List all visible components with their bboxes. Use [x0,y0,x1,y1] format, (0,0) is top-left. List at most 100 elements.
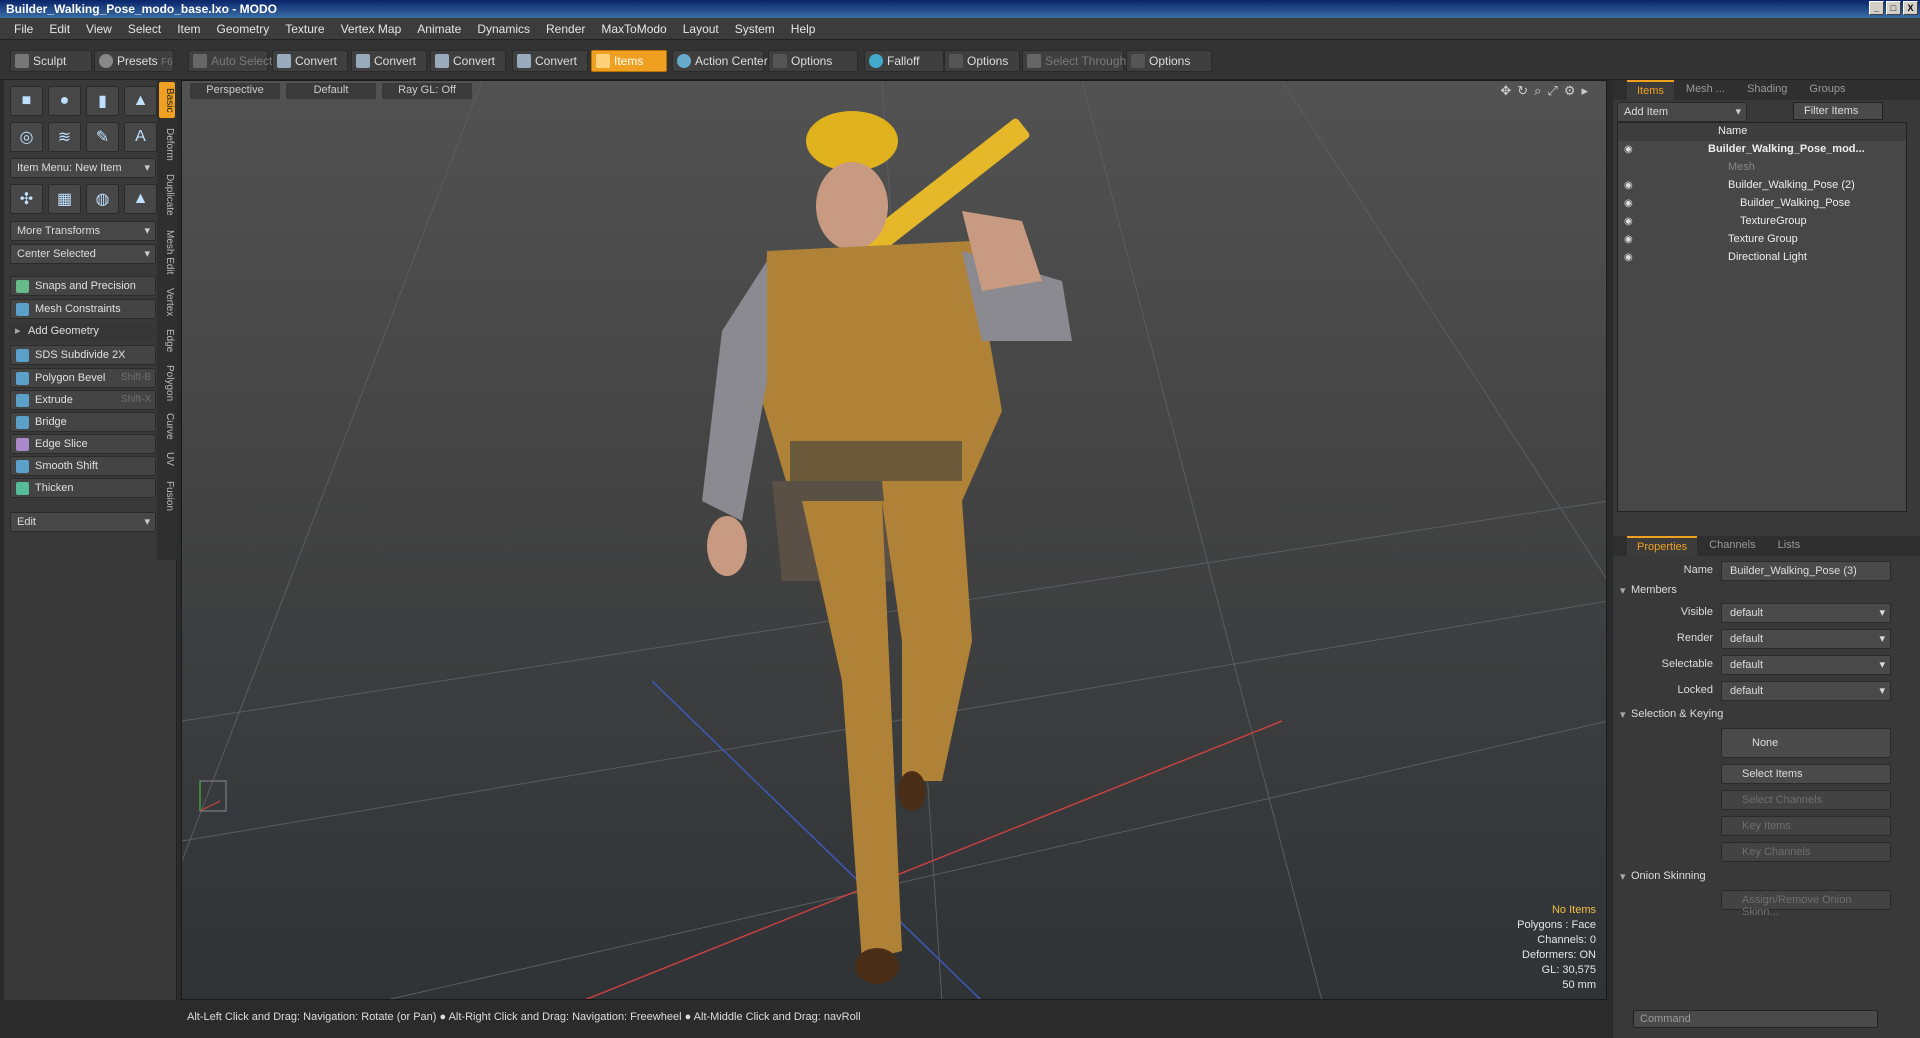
tree-row[interactable]: ◉ Builder_Walking_Pose [1618,195,1906,213]
zoom-view-icon[interactable]: ⌕ [1534,83,1541,99]
menu-select[interactable]: Select [120,22,169,36]
grid-icon[interactable]: ▦ [48,184,81,214]
selection-keying-section[interactable]: Selection & Keying [1617,708,1907,724]
select-items-button[interactable]: Select Items [1721,764,1891,784]
key-items-button[interactable]: Key Items [1721,816,1891,836]
sds-subdivide-button[interactable]: SDS Subdivide 2X [10,345,156,365]
select-channels-button[interactable]: Select Channels [1721,790,1891,810]
eye-icon[interactable]: ◉ [1624,216,1636,228]
smooth-shift-button[interactable]: Smooth Shift [10,456,156,476]
tab-uv[interactable]: UV [159,448,175,470]
falloff-options-button[interactable]: Options [944,50,1020,72]
convert-material-button[interactable]: Convert [512,50,588,72]
tree-row[interactable]: ◉ Builder_Walking_Pose (2) [1618,177,1906,195]
add-item-dropdown[interactable]: Add Item [1617,102,1747,122]
sculpt-button[interactable]: Sculpt [10,50,92,72]
snaps-precision-button[interactable]: Snaps and Precision [10,276,156,296]
tab-mesh[interactable]: Mesh ... [1676,80,1735,100]
tab-fusion[interactable]: Fusion [159,476,175,516]
gear-icon[interactable]: ⚙ [1564,83,1576,99]
tab-mesh-edit[interactable]: Mesh Edit [159,226,175,278]
perspective-grid-icon[interactable]: ▲ [124,184,157,214]
menu-animate[interactable]: Animate [409,22,469,36]
cylinder-icon[interactable]: ▮ [86,86,119,116]
minimize-button[interactable]: _ [1869,1,1884,15]
tree-row[interactable]: ◉ Directional Light [1618,249,1906,267]
action-center-options-button[interactable]: Options [768,50,858,72]
members-section[interactable]: Members [1617,584,1907,600]
menu-layout[interactable]: Layout [675,22,727,36]
extrude-button[interactable]: Extrude Shift-X [10,390,156,410]
filter-items-field[interactable]: Filter Items [1793,102,1883,120]
name-input[interactable]: Builder_Walking_Pose (3) [1721,561,1891,581]
assign-onion-button[interactable]: Assign/Remove Onion Skinn... [1721,890,1891,918]
tree-row[interactable]: Mesh [1618,159,1906,177]
3d-viewport[interactable]: Perspective Default Ray GL: Off ✥ ↻ ⌕ ⤢ … [181,80,1607,1000]
select-through-options-button[interactable]: Options [1126,50,1212,72]
item-menu-dropdown[interactable]: Item Menu: New Item [10,158,156,178]
visible-dropdown[interactable]: default [1721,603,1891,623]
cube-icon[interactable]: ■ [10,86,43,116]
none-button[interactable]: None [1721,728,1891,758]
selectable-dropdown[interactable]: default [1721,655,1891,675]
builder-model[interactable] [702,111,1072,984]
tab-properties[interactable]: Properties [1627,536,1698,556]
menu-maxtomodo[interactable]: MaxToModo [593,22,674,36]
convert-polygon-button[interactable]: Convert [430,50,506,72]
tab-shading[interactable]: Shading [1737,80,1797,100]
more-transforms-dropdown[interactable]: More Transforms [10,221,156,241]
menu-item[interactable]: Item [169,22,208,36]
tab-edge[interactable]: Edge [159,326,175,356]
convert-edge-button[interactable]: Convert [351,50,427,72]
view-type-dropdown[interactable]: Perspective [190,83,280,99]
thicken-button[interactable]: Thicken [10,478,156,498]
tab-deform[interactable]: Deform [159,124,175,164]
tab-lists[interactable]: Lists [1768,536,1811,556]
eye-icon[interactable]: ◉ [1624,234,1636,246]
key-channels-button[interactable]: Key Channels [1721,842,1891,862]
arrow-right-icon[interactable]: ▸ [1581,83,1588,99]
maximize-view-icon[interactable]: ⤢ [1547,83,1557,99]
torus-icon[interactable]: ◎ [10,122,43,152]
edit-dropdown[interactable]: Edit [10,512,156,532]
shading-dropdown[interactable]: Default [286,83,376,99]
center-selected-dropdown[interactable]: Center Selected [10,244,156,264]
eye-icon[interactable]: ◉ [1624,198,1636,210]
close-button[interactable]: X [1903,1,1918,15]
add-geometry-header[interactable]: Add Geometry [10,323,156,341]
tab-items[interactable]: Items [1627,80,1674,100]
cone-icon[interactable]: ▲ [124,86,157,116]
tab-groups[interactable]: Groups [1799,80,1855,100]
menu-help[interactable]: Help [783,22,824,36]
capsule-icon[interactable]: ≋ [48,122,81,152]
eye-icon[interactable]: ◉ [1624,252,1636,264]
eye-icon[interactable]: ◉ [1624,144,1636,156]
pen-icon[interactable]: ✎ [86,122,119,152]
eye-icon[interactable]: ◉ [1624,180,1636,192]
command-input[interactable]: Command [1633,1010,1878,1028]
polygon-bevel-button[interactable]: Polygon Bevel Shift-B [10,368,156,388]
menu-vertex-map[interactable]: Vertex Map [333,22,410,36]
maximize-button[interactable]: □ [1886,1,1901,15]
select-through-button[interactable]: Select Through [1022,50,1126,72]
tab-vertex[interactable]: Vertex [159,284,175,320]
menu-texture[interactable]: Texture [277,22,332,36]
menu-system[interactable]: System [727,22,783,36]
edge-slice-button[interactable]: Edge Slice [10,434,156,454]
bridge-button[interactable]: Bridge [10,412,156,432]
raygl-toggle[interactable]: Ray GL: Off [382,83,472,99]
falloff-button[interactable]: Falloff [864,50,944,72]
transform-icon[interactable]: ✣ [10,184,43,214]
convert-vertex-button[interactable]: Convert [272,50,348,72]
tab-polygon[interactable]: Polygon [159,362,175,404]
rotate-view-icon[interactable]: ↻ [1517,83,1528,99]
action-center-button[interactable]: Action Center [672,50,768,72]
presets-button[interactable]: Presets F6 [94,50,174,72]
menu-edit[interactable]: Edit [41,22,78,36]
menu-render[interactable]: Render [538,22,593,36]
tree-row[interactable]: ◉ Texture Group [1618,231,1906,249]
items-mode-button[interactable]: Items [591,50,667,72]
locked-dropdown[interactable]: default [1721,681,1891,701]
tree-row[interactable]: ◉ TextureGroup [1618,213,1906,231]
tab-duplicate[interactable]: Duplicate [159,170,175,220]
